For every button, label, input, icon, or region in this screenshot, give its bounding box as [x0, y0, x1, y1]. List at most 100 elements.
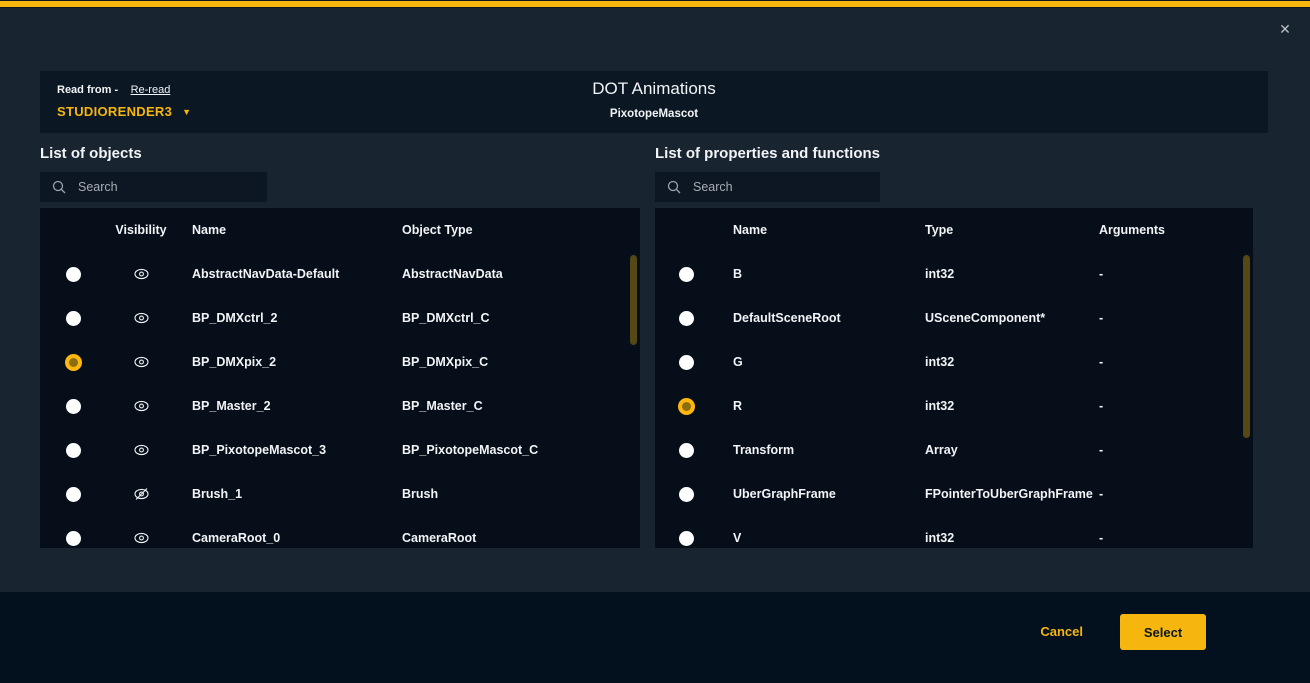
- property-arguments: -: [1099, 399, 1253, 413]
- dialog-footer: Cancel Select: [0, 592, 1310, 683]
- object-name: BP_DMXpix_2: [176, 355, 402, 369]
- property-radio[interactable]: [679, 487, 694, 502]
- property-name: B: [717, 267, 925, 281]
- property-row[interactable]: G int32 -: [655, 340, 1253, 384]
- property-row[interactable]: V int32 -: [655, 516, 1253, 548]
- objects-panel-heading: List of objects: [40, 145, 142, 162]
- property-radio[interactable]: [679, 311, 694, 326]
- properties-scrollbar[interactable]: [1243, 255, 1250, 438]
- object-name: Brush_1: [176, 487, 402, 501]
- select-button[interactable]: Select: [1120, 614, 1206, 650]
- eye-icon[interactable]: [133, 443, 150, 457]
- column-header-name: Name: [717, 223, 925, 237]
- property-arguments: -: [1099, 531, 1253, 545]
- property-name: DefaultSceneRoot: [717, 311, 925, 325]
- object-type: BP_PixotopeMascot_C: [402, 443, 640, 457]
- property-radio[interactable]: [679, 355, 694, 370]
- property-name: G: [717, 355, 925, 369]
- object-radio[interactable]: [66, 531, 81, 546]
- column-header-visibility: Visibility: [106, 223, 176, 237]
- property-arguments: -: [1099, 355, 1253, 369]
- eye-icon[interactable]: [133, 355, 150, 369]
- property-type: int32: [925, 531, 1099, 545]
- object-radio[interactable]: [66, 311, 81, 326]
- column-header-type: Type: [925, 223, 1099, 237]
- property-arguments: -: [1099, 311, 1253, 325]
- property-row[interactable]: Transform Array -: [655, 428, 1253, 472]
- column-header-object-type: Object Type: [402, 223, 640, 237]
- eye-icon[interactable]: [133, 531, 150, 545]
- property-type: int32: [925, 267, 1099, 281]
- eye-off-icon[interactable]: [133, 487, 150, 501]
- properties-search-input[interactable]: [693, 180, 843, 194]
- property-type: int32: [925, 355, 1099, 369]
- object-name: BP_PixotopeMascot_3: [176, 443, 402, 457]
- object-row[interactable]: Brush_1 Brush: [40, 472, 640, 516]
- dialog-title: DOT Animations: [40, 79, 1268, 99]
- objects-scrollbar[interactable]: [630, 255, 637, 345]
- objects-table: Visibility Name Object Type AbstractNavD…: [40, 208, 640, 548]
- object-radio[interactable]: [65, 354, 82, 371]
- eye-icon[interactable]: [133, 311, 150, 325]
- property-arguments: -: [1099, 487, 1253, 501]
- search-icon: [52, 180, 66, 194]
- properties-table-body: B int32 - DefaultSceneRoot USceneCompone…: [655, 252, 1253, 548]
- object-row[interactable]: BP_DMXctrl_2 BP_DMXctrl_C: [40, 296, 640, 340]
- object-name: BP_Master_2: [176, 399, 402, 413]
- property-type: Array: [925, 443, 1099, 457]
- object-type: Brush: [402, 487, 640, 501]
- object-type: AbstractNavData: [402, 267, 640, 281]
- property-radio[interactable]: [679, 443, 694, 458]
- eye-icon[interactable]: [133, 267, 150, 281]
- object-row[interactable]: BP_DMXpix_2 BP_DMXpix_C: [40, 340, 640, 384]
- property-row[interactable]: UberGraphFrame FPointerToUberGraphFrame …: [655, 472, 1253, 516]
- objects-search-box: [40, 172, 267, 202]
- object-type: BP_DMXctrl_C: [402, 311, 640, 325]
- objects-search-input[interactable]: [78, 180, 228, 194]
- properties-table-header: Name Type Arguments: [655, 208, 1253, 252]
- object-radio[interactable]: [66, 487, 81, 502]
- cancel-button[interactable]: Cancel: [1040, 624, 1083, 639]
- object-radio[interactable]: [66, 267, 81, 282]
- objects-table-body: AbstractNavData-Default AbstractNavData …: [40, 252, 640, 548]
- object-row[interactable]: AbstractNavData-Default AbstractNavData: [40, 252, 640, 296]
- property-radio[interactable]: [678, 398, 695, 415]
- object-row[interactable]: BP_PixotopeMascot_3 BP_PixotopeMascot_C: [40, 428, 640, 472]
- object-name: BP_DMXctrl_2: [176, 311, 402, 325]
- property-radio[interactable]: [679, 267, 694, 282]
- accent-bar: [0, 1, 1310, 7]
- properties-table: Name Type Arguments B int32 - DefaultSce…: [655, 208, 1253, 548]
- window-top-border: [0, 0, 1310, 8]
- property-row[interactable]: B int32 -: [655, 252, 1253, 296]
- object-radio[interactable]: [66, 399, 81, 414]
- property-type: int32: [925, 399, 1099, 413]
- eye-icon[interactable]: [133, 399, 150, 413]
- column-header-name: Name: [176, 223, 402, 237]
- properties-search-box: [655, 172, 880, 202]
- properties-panel-heading: List of properties and functions: [655, 145, 880, 162]
- column-header-arguments: Arguments: [1099, 223, 1253, 237]
- close-icon[interactable]: ✕: [1276, 20, 1294, 38]
- property-type: FPointerToUberGraphFrame: [925, 487, 1099, 501]
- object-type: BP_Master_C: [402, 399, 640, 413]
- object-row[interactable]: BP_Master_2 BP_Master_C: [40, 384, 640, 428]
- object-type: CameraRoot: [402, 531, 640, 545]
- object-type: BP_DMXpix_C: [402, 355, 640, 369]
- object-name: CameraRoot_0: [176, 531, 402, 545]
- search-icon: [667, 180, 681, 194]
- property-name: Transform: [717, 443, 925, 457]
- object-name: AbstractNavData-Default: [176, 267, 402, 281]
- property-arguments: -: [1099, 443, 1253, 457]
- objects-table-header: Visibility Name Object Type: [40, 208, 640, 252]
- object-radio[interactable]: [66, 443, 81, 458]
- property-row[interactable]: R int32 -: [655, 384, 1253, 428]
- property-type: USceneComponent*: [925, 311, 1099, 325]
- property-arguments: -: [1099, 267, 1253, 281]
- dialog-subtitle: PixotopeMascot: [40, 108, 1268, 120]
- property-row[interactable]: DefaultSceneRoot USceneComponent* -: [655, 296, 1253, 340]
- property-name: V: [717, 531, 925, 545]
- property-name: R: [717, 399, 925, 413]
- object-row[interactable]: CameraRoot_0 CameraRoot: [40, 516, 640, 548]
- dialog-header: Read from - Re-read STUDIORENDER3 ▼ DOT …: [40, 71, 1268, 133]
- property-radio[interactable]: [679, 531, 694, 546]
